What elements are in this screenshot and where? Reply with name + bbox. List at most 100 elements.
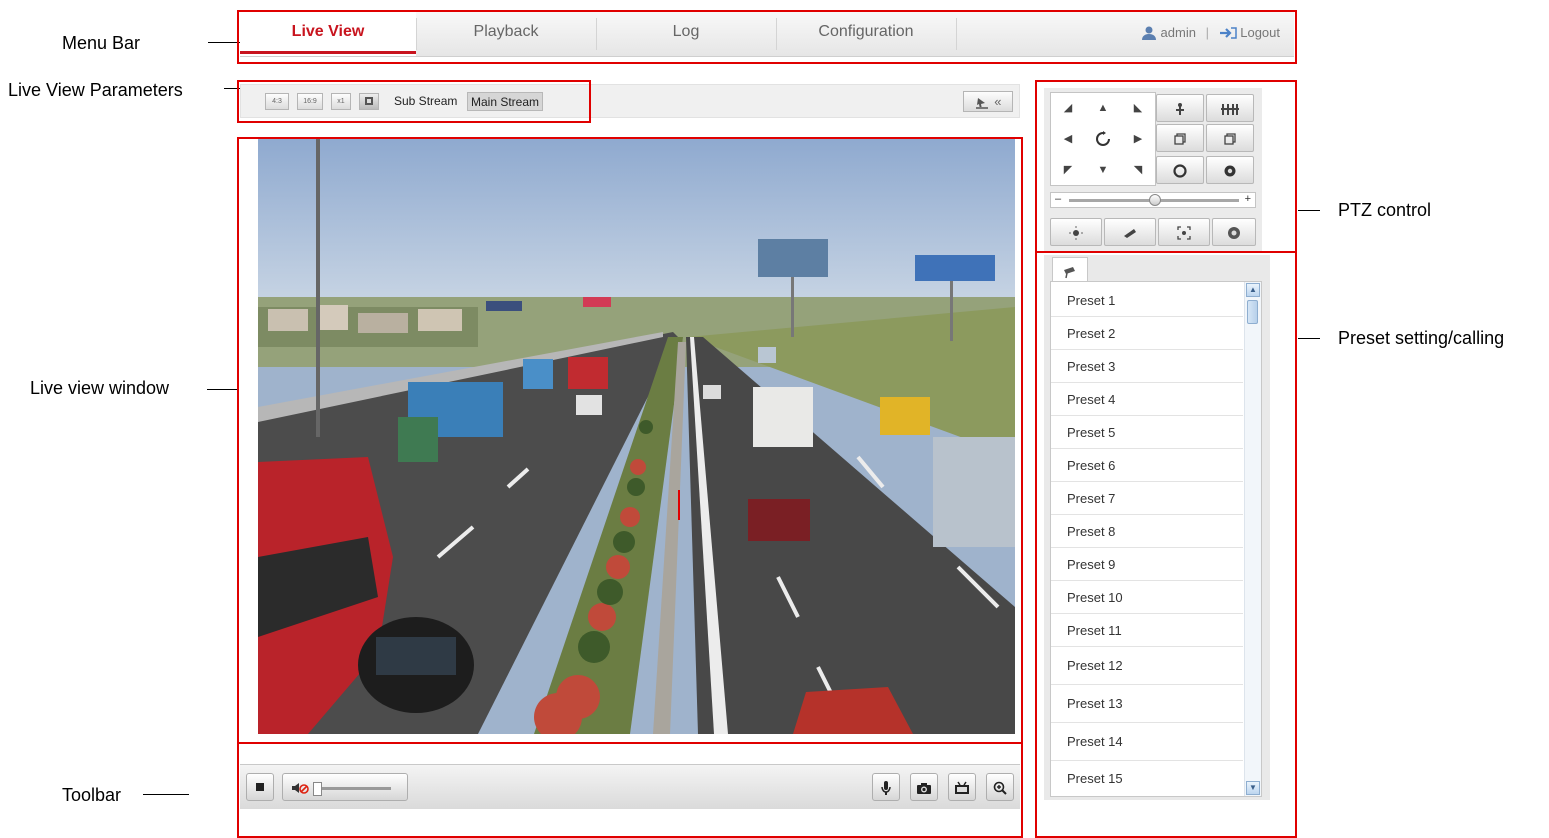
tab-log[interactable]: Log: [596, 12, 776, 56]
preset-item[interactable]: Preset 3: [1051, 350, 1243, 383]
preset-item[interactable]: Preset 7: [1051, 482, 1243, 515]
preset-camera-icon: [1064, 266, 1075, 278]
volume-control[interactable]: [282, 773, 408, 801]
preset-label: Preset 14: [1067, 734, 1123, 749]
preset-label: Preset 5: [1067, 425, 1116, 440]
light-icon: [1069, 225, 1083, 240]
iris-close-icon: [1224, 165, 1236, 177]
preset-item[interactable]: Preset 9: [1051, 548, 1243, 581]
ptz-down-right-button[interactable]: ◥: [1121, 155, 1155, 185]
wiper-button[interactable]: [1104, 218, 1156, 246]
tab-live-view[interactable]: Live View: [240, 12, 416, 56]
ptz-auto-pan-button[interactable]: [1086, 124, 1120, 154]
scrollbar-thumb[interactable]: [1247, 300, 1258, 324]
preset-item[interactable]: Preset 5: [1051, 416, 1243, 449]
preset-tab[interactable]: [1052, 257, 1088, 283]
preset-label: Preset 8: [1067, 524, 1116, 539]
iris-close-button[interactable]: [1206, 156, 1254, 184]
zoom-out-button[interactable]: [1206, 94, 1254, 122]
live-video-feed[interactable]: [258, 137, 1015, 734]
preset-item[interactable]: Preset 11: [1051, 614, 1243, 647]
preset-item[interactable]: Preset 12: [1051, 647, 1243, 685]
zoom-wide-icon: [1221, 103, 1239, 115]
user-separator: |: [1205, 25, 1209, 41]
preset-scrollbar[interactable]: ▲ ▼: [1244, 282, 1261, 796]
focus-far-icon: [1224, 132, 1236, 145]
microphone-icon: [881, 781, 891, 796]
aspect-4-3-button[interactable]: 4:3: [265, 93, 289, 110]
one-touch-focus-button[interactable]: [1158, 218, 1210, 246]
preset-item[interactable]: Preset 8: [1051, 515, 1243, 548]
ptz-control-panel: ◢ ▲ ◣ ◀ ▶ ◤ ▼ ◥ – +: [1044, 88, 1262, 251]
preset-label: Preset 11: [1067, 623, 1122, 638]
live-view-parameters-leader: [224, 88, 240, 89]
live-view-window-leader: [207, 389, 239, 390]
record-icon: [955, 781, 969, 795]
logout-icon[interactable]: [1219, 26, 1237, 39]
ptz-down-left-button[interactable]: ◤: [1051, 155, 1085, 185]
lens-initialization-button[interactable]: [1212, 218, 1256, 246]
preset-setting-callout: Preset setting/calling: [1338, 328, 1505, 348]
collapse-icon: «: [994, 94, 1002, 109]
preset-setting-leader: [1298, 338, 1320, 339]
aspect-16-9-button[interactable]: 16:9: [297, 93, 323, 110]
preset-item[interactable]: Preset 2: [1051, 317, 1243, 350]
volume-slider[interactable]: [312, 781, 391, 796]
auto-fill-button[interactable]: [359, 93, 379, 110]
ptz-right-button[interactable]: ▶: [1121, 124, 1155, 154]
preset-item[interactable]: Preset 13: [1051, 685, 1243, 723]
preset-panel: Preset 1 Preset 2 Preset 3 Preset 4 Pres…: [1044, 255, 1270, 800]
digital-zoom-button[interactable]: [986, 773, 1014, 801]
tab-divider: [956, 18, 957, 50]
video-toolbar: [240, 764, 1020, 809]
tab-playback[interactable]: Playback: [416, 12, 596, 56]
two-way-audio-button[interactable]: [872, 773, 900, 801]
fullscreen-icon: [365, 97, 373, 105]
preset-item[interactable]: Preset 10: [1051, 581, 1243, 614]
preset-label: Preset 4: [1067, 392, 1116, 407]
preset-label: Preset 12: [1067, 658, 1123, 673]
ptz-up-right-button[interactable]: ◣: [1121, 93, 1155, 123]
preset-label: Preset 3: [1067, 359, 1116, 374]
capture-picture-button[interactable]: [910, 773, 938, 801]
toolbar-leader: [143, 794, 189, 795]
live-view-parameters-callout: Live View Parameters: [8, 80, 183, 100]
logout-link[interactable]: Logout: [1240, 25, 1280, 40]
manual-record-button[interactable]: [948, 773, 976, 801]
focus-near-button[interactable]: [1156, 124, 1204, 152]
scroll-down-icon[interactable]: ▼: [1246, 781, 1260, 795]
collapse-panel-button[interactable]: «: [963, 91, 1013, 112]
preset-item[interactable]: Preset 14: [1051, 723, 1243, 761]
username-label: admin: [1160, 25, 1196, 41]
original-size-button[interactable]: x1: [331, 93, 351, 110]
preset-label: Preset 6: [1067, 458, 1116, 473]
light-button[interactable]: [1050, 218, 1102, 246]
preset-item[interactable]: Preset 4: [1051, 383, 1243, 416]
ptz-speed-slider[interactable]: – +: [1050, 192, 1256, 208]
main-stream-button[interactable]: Main Stream: [467, 92, 544, 111]
ptz-up-left-button[interactable]: ◢: [1051, 93, 1085, 123]
preset-label: Preset 2: [1067, 326, 1116, 341]
focus-near-icon: [1174, 132, 1186, 145]
tab-configuration[interactable]: Configuration: [776, 12, 956, 56]
preset-item[interactable]: Preset 15: [1051, 761, 1243, 796]
iris-open-button[interactable]: [1156, 156, 1204, 184]
stop-live-view-button[interactable]: [246, 773, 274, 801]
volume-slider-handle[interactable]: [312, 781, 322, 796]
ptz-up-button[interactable]: ▲: [1086, 93, 1120, 123]
live-view-parameters-bar: 4:3 16:9 x1 Sub Stream Main Stream «: [240, 84, 1020, 118]
speed-slider-handle[interactable]: [1149, 194, 1161, 206]
preset-item[interactable]: Preset 1: [1051, 284, 1243, 317]
zoom-in-button[interactable]: [1156, 94, 1204, 122]
ptz-left-button[interactable]: ◀: [1051, 124, 1085, 154]
auto-pan-icon: [1096, 130, 1110, 146]
highway-camera-image: [258, 137, 1015, 734]
sub-stream-button[interactable]: Sub Stream: [391, 92, 460, 111]
ptz-down-button[interactable]: ▼: [1086, 155, 1120, 185]
scroll-up-icon[interactable]: ▲: [1246, 283, 1260, 297]
wiper-icon: [1124, 228, 1136, 238]
preset-label: Preset 15: [1067, 771, 1123, 786]
camera-icon: [917, 782, 931, 794]
preset-item[interactable]: Preset 6: [1051, 449, 1243, 482]
focus-far-button[interactable]: [1206, 124, 1254, 152]
